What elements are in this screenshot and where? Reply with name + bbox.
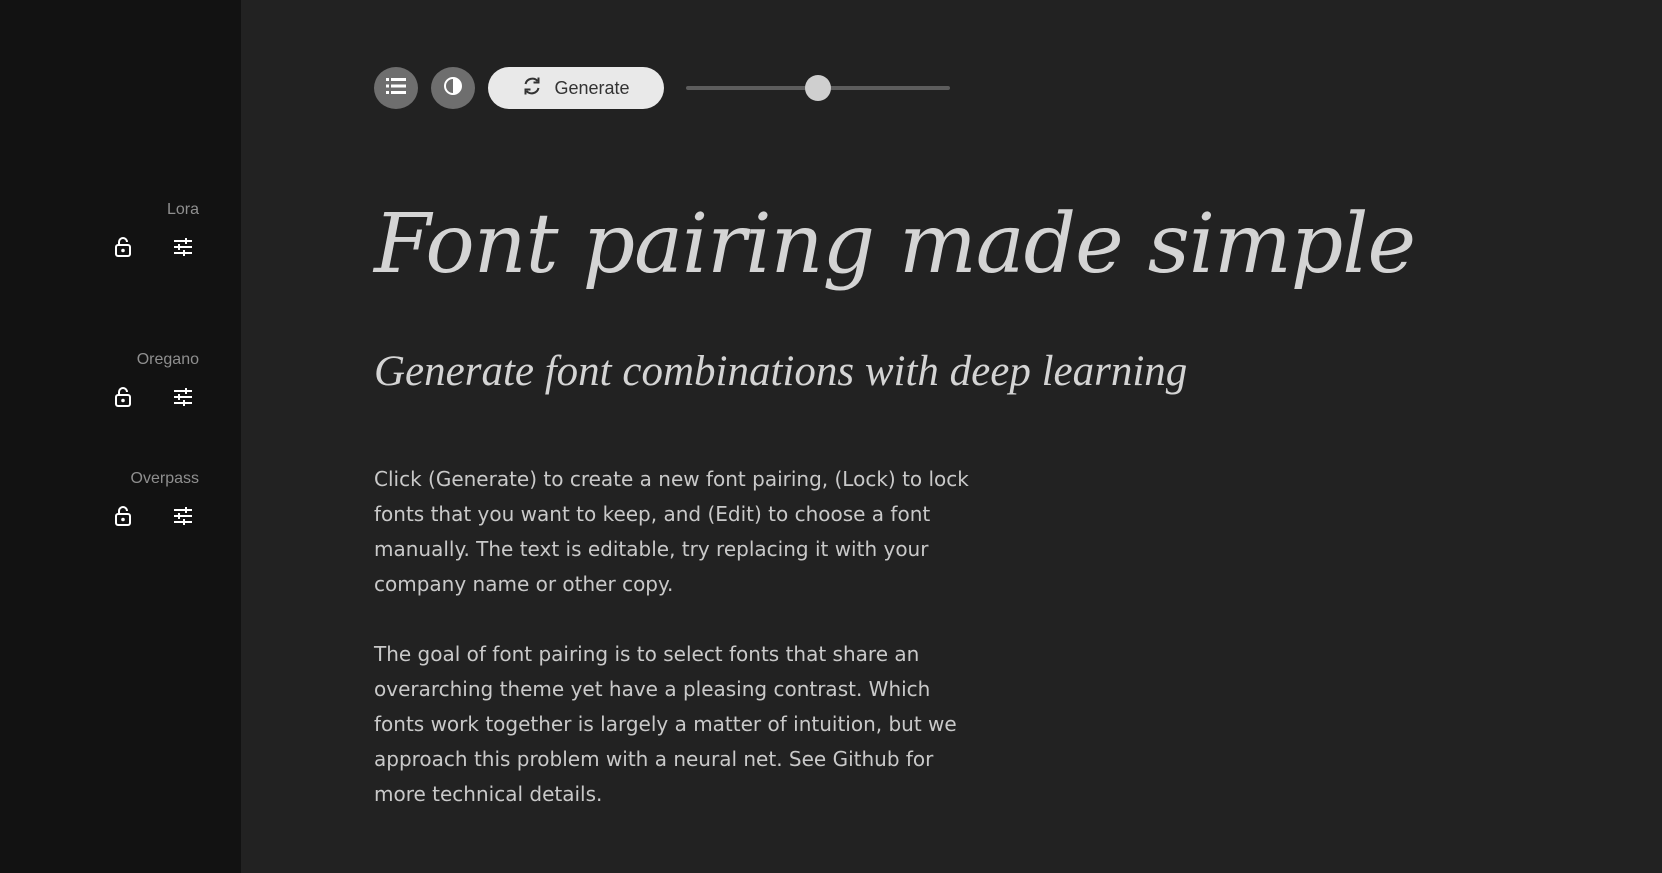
sliders-icon (173, 238, 193, 256)
font-group-oregano: Oregano (39, 350, 199, 407)
lock-button[interactable] (109, 233, 137, 261)
list-icon (386, 77, 406, 100)
randomness-slider[interactable] (686, 67, 950, 109)
lock-open-icon (114, 386, 132, 408)
sliders-icon (173, 507, 193, 525)
body-paragraph[interactable]: The goal of font pairing is to select fo… (374, 637, 974, 812)
generate-button[interactable]: Generate (488, 67, 664, 109)
font-name-label: Lora (166, 201, 199, 218)
sliders-icon (173, 388, 193, 406)
lock-open-icon (114, 505, 132, 527)
toolbar: Generate (374, 67, 974, 109)
main-content: Generate Font pairing made simple Genera… (241, 0, 1662, 873)
headline[interactable]: Font pairing made simple (374, 192, 1416, 297)
font-actions (109, 502, 205, 530)
subheadline[interactable]: Generate font combinations with deep lea… (374, 342, 1187, 402)
generate-label: Generate (554, 77, 630, 98)
theme-toggle-button[interactable] (431, 67, 475, 109)
font-group-overpass: Overpass (39, 469, 199, 526)
edit-font-button[interactable] (169, 233, 197, 261)
lock-open-icon (114, 236, 132, 258)
list-view-button[interactable] (374, 67, 418, 109)
edit-font-button[interactable] (169, 502, 197, 530)
lock-button[interactable] (109, 502, 137, 530)
slider-thumb[interactable] (805, 75, 831, 101)
contrast-icon (443, 76, 463, 101)
font-actions (109, 233, 205, 261)
sidebar: Lora Oregano Overpass (0, 0, 241, 873)
edit-font-button[interactable] (169, 383, 197, 411)
font-name-label: Overpass (130, 470, 199, 487)
font-group-lora: Lora (39, 200, 199, 257)
body-paragraph[interactable]: Click (Generate) to create a new font pa… (374, 462, 974, 602)
font-actions (109, 383, 205, 411)
app: Lora Oregano Overpass Generate Font pair… (0, 0, 1662, 873)
lock-button[interactable] (109, 383, 137, 411)
font-name-label: Oregano (136, 351, 199, 368)
refresh-icon (522, 76, 542, 101)
